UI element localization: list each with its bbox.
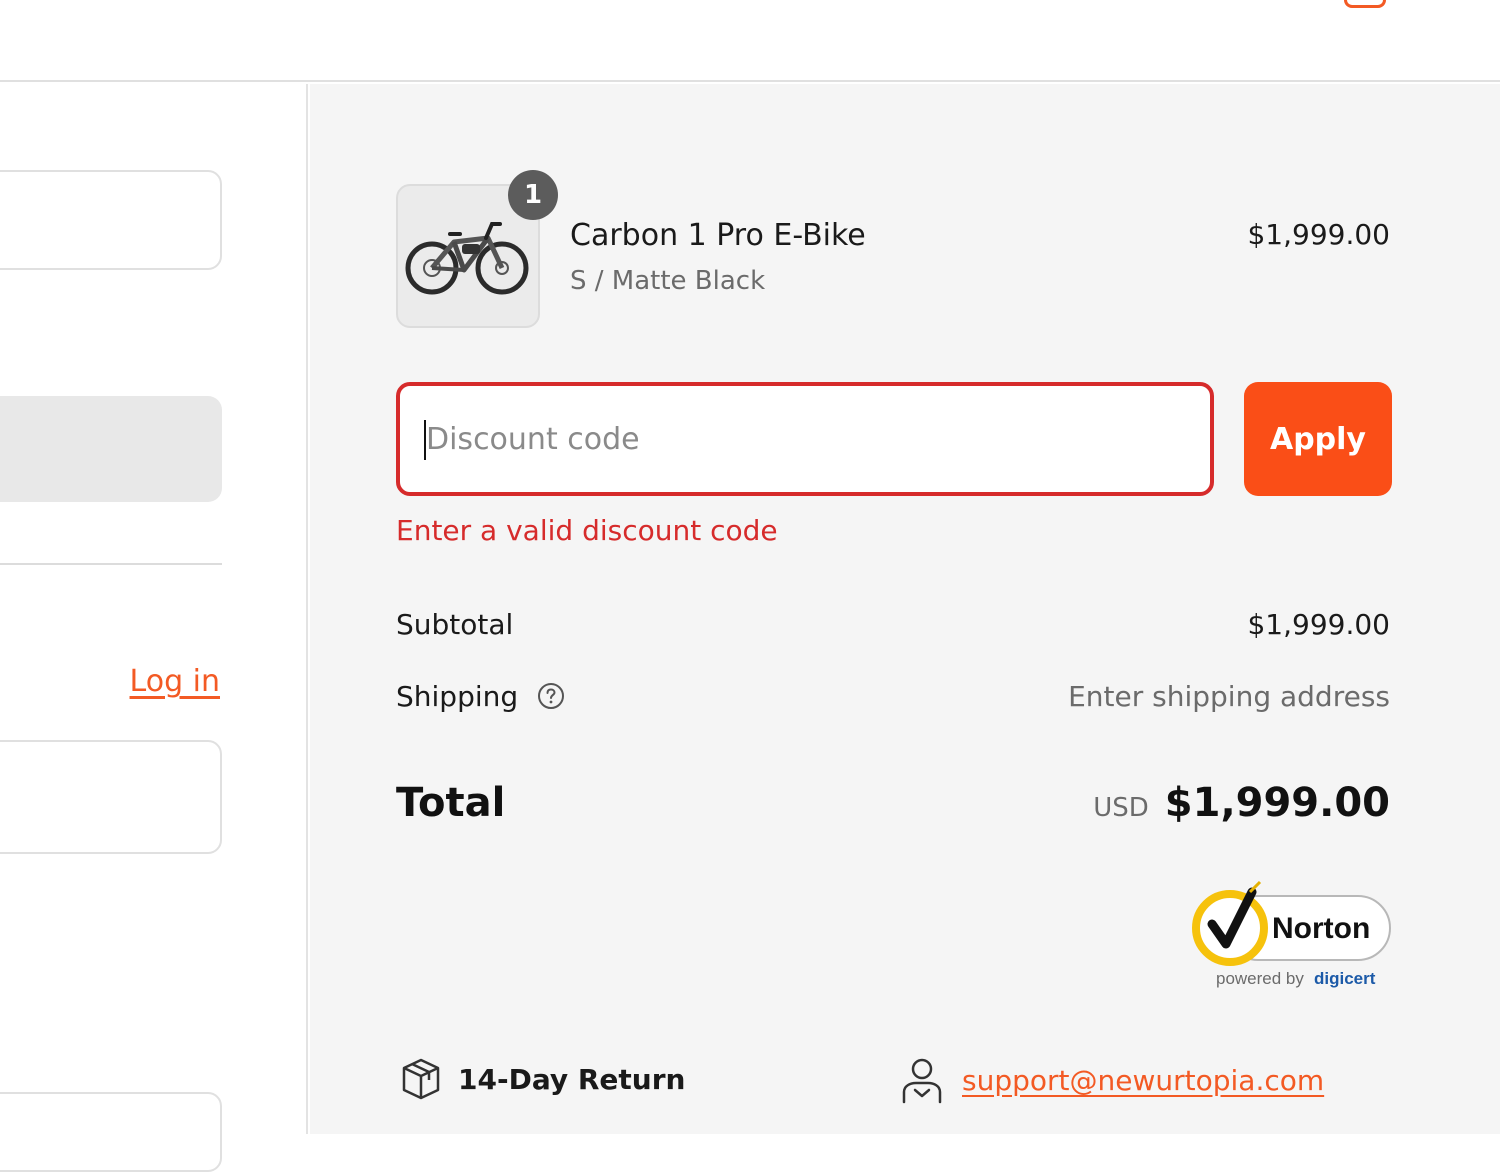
apply-discount-button[interactable]: Apply bbox=[1244, 382, 1392, 496]
top-header bbox=[0, 0, 1500, 82]
total-label: Total bbox=[396, 780, 506, 826]
norton-brand: Norton bbox=[1272, 912, 1370, 945]
digicert-text: digicert bbox=[1314, 969, 1376, 988]
total-amount: USD $1,999.00 bbox=[1093, 780, 1390, 826]
shipping-label: Shipping bbox=[396, 680, 519, 713]
total-value: $1,999.00 bbox=[1164, 780, 1390, 826]
product-price: $1,999.00 bbox=[1247, 218, 1390, 251]
checkout-form-column: Log in bbox=[0, 84, 308, 1172]
bike-icon bbox=[405, 222, 529, 295]
powered-by-text: powered by bbox=[1216, 969, 1304, 988]
order-summary: 1 Carbon 1 Pro E-Bike S / Matte Black $1… bbox=[310, 84, 1500, 1134]
question-circle-icon[interactable] bbox=[537, 682, 565, 710]
text-cursor bbox=[424, 420, 426, 460]
address-field[interactable] bbox=[0, 1092, 222, 1172]
cart-icon[interactable] bbox=[1344, 0, 1386, 8]
quantity-badge: 1 bbox=[508, 170, 558, 220]
shipping-value: Enter shipping address bbox=[1068, 680, 1390, 713]
return-policy: 14-Day Return bbox=[398, 1056, 685, 1102]
login-link[interactable]: Log in bbox=[130, 664, 220, 699]
currency-code: USD bbox=[1093, 793, 1149, 823]
divider bbox=[0, 563, 222, 565]
box-icon bbox=[402, 1058, 440, 1100]
shipping-label-row: Shipping bbox=[396, 680, 565, 713]
product-image: 1 bbox=[396, 170, 558, 328]
support-email-link[interactable]: support@newurtopia.com bbox=[962, 1064, 1324, 1097]
product-variant: S / Matte Black bbox=[570, 266, 766, 296]
return-text: 14-Day Return bbox=[458, 1062, 686, 1096]
discount-error-message: Enter a valid discount code bbox=[396, 514, 778, 547]
norton-badge: Norton powered by digicert bbox=[1192, 880, 1391, 988]
email-field[interactable] bbox=[0, 740, 222, 854]
subtotal-value: $1,999.00 bbox=[1247, 608, 1390, 641]
product-name: Carbon 1 Pro E-Bike bbox=[570, 218, 866, 253]
subtotal-label: Subtotal bbox=[396, 608, 514, 641]
express-checkout-button[interactable] bbox=[0, 396, 222, 502]
discount-code-input[interactable] bbox=[396, 382, 1214, 496]
contact-input[interactable] bbox=[0, 170, 222, 270]
support-contact: support@newurtopia.com bbox=[900, 1056, 1324, 1104]
support-agent-icon bbox=[902, 1058, 942, 1104]
